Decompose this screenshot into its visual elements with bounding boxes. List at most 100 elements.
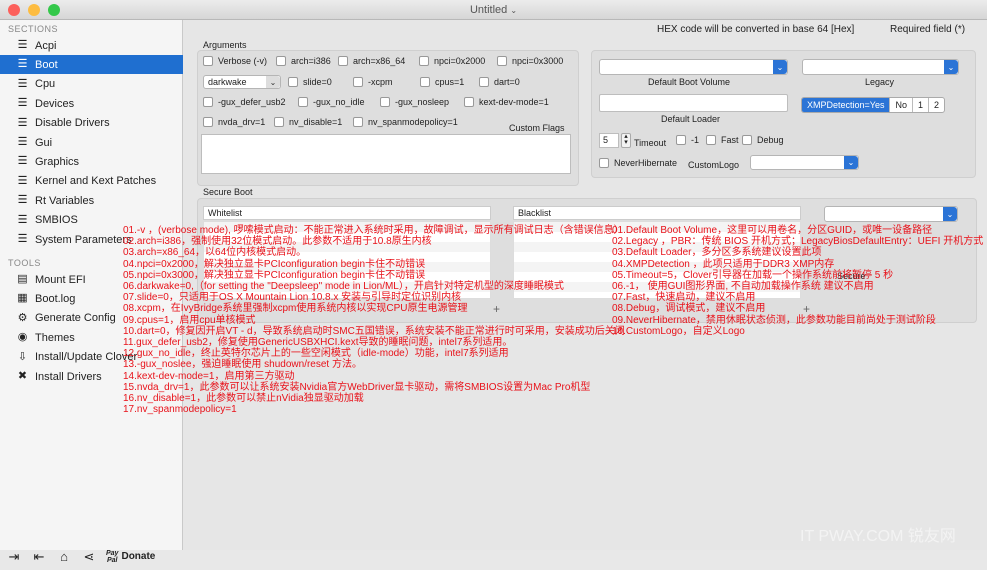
eye-icon: ◉	[17, 331, 28, 344]
fast-checkbox[interactable]: Fast	[706, 135, 739, 145]
nv-disable-checkbox[interactable]: nv_disable=1	[274, 117, 342, 127]
annotation-left-line: 15.nvda_drv=1，此参数可以让系统安装Nvidia官方WebDrive…	[123, 381, 591, 393]
sidebar-item-devices[interactable]: ☰ Devices	[0, 94, 183, 113]
arch-x86-64-checkbox[interactable]: arch=x86_64	[338, 56, 405, 66]
hex-note: HEX code will be converted in base 64 [H…	[657, 24, 855, 35]
home-icon[interactable]: ⌂	[56, 549, 72, 564]
dart-checkbox[interactable]: dart=0	[479, 77, 520, 87]
cpus-checkbox[interactable]: cpus=1	[420, 77, 464, 87]
secure-boot-title: Secure Boot	[203, 187, 253, 197]
list-icon: ☰	[17, 213, 28, 226]
annotation-right-line: 07.Fast，快速启动，建议不启用	[612, 292, 756, 304]
sidebar-item-graphics[interactable]: ☰ Graphics	[0, 152, 183, 171]
sidebar-item-label: Acpi	[35, 39, 57, 52]
xmp-detection-segmented[interactable]: XMPDetection=Yes No 1 2	[801, 97, 946, 113]
darkwake-select[interactable]: darkwake ⌄	[203, 75, 281, 89]
sidebar-item-label: Boot	[35, 58, 58, 71]
tool-item-label: Install Drivers	[35, 370, 102, 383]
donate-label: Donate	[121, 551, 156, 562]
annotation-left-line: 02.arch=i386，强制使用32位模式启动。此参数不适用于10.8原生内核	[123, 236, 432, 248]
annotation-left-line: 06.darkwake=0,（for setting the "Deepslee…	[123, 281, 564, 292]
xmp-2-option[interactable]: 2	[929, 98, 944, 112]
custom-flags-input[interactable]	[201, 134, 571, 174]
sections-header: SECTIONS	[8, 24, 59, 34]
list-icon: ☰	[17, 77, 28, 90]
bottom-toolbar: ⇥ ⇤ ⌂ ⋖ Pay Pal Donate	[0, 543, 183, 570]
custom-logo-label: CustomLogo	[688, 160, 740, 170]
sidebar-item-cpu[interactable]: ☰ Cpu	[0, 75, 183, 94]
sidebar-item-kernel-and-kext-patches[interactable]: ☰ Kernel and Kext Patches	[0, 172, 183, 191]
annotation-right-line: 01.Default Boot Volume，这里可以用卷名，分区GUID，或唯…	[612, 225, 933, 236]
sidebar-item-label: Graphics	[35, 155, 80, 168]
gux-defer-usb2-checkbox[interactable]: -gux_defer_usb2	[203, 97, 286, 107]
npci-2000-checkbox[interactable]: npci=0x2000	[419, 56, 485, 66]
sidebar-item-boot[interactable]: ☰ Boot	[0, 55, 183, 75]
xcpm-checkbox[interactable]: -xcpm	[353, 77, 393, 87]
annotation-left-line: 16.nv_disable=1，此参数可以禁止nVidia独显驱动加载	[123, 393, 364, 404]
annotation-right-line: 08.Debug，调试模式，建议不启用	[612, 303, 766, 315]
xmp-1-option[interactable]: 1	[913, 98, 929, 112]
annotation-right-line: 06.-1， 使用GUI图形界面, 不自动加载操作系统 建议不启用	[612, 281, 874, 292]
gux-nosleep-checkbox[interactable]: -gux_nosleep	[380, 97, 449, 107]
kext-dev-mode-checkbox[interactable]: kext-dev-mode=1	[464, 97, 549, 107]
minus-one-checkbox[interactable]: -1	[676, 135, 699, 145]
default-loader-input[interactable]	[599, 94, 788, 112]
whitelist-header: Whitelist	[203, 206, 491, 220]
annotation-right-line: 05.Timeout=5，Clover引导器在加载一个操作系统前将暂停 5 秒	[612, 269, 894, 281]
annotation-left-line: 07.slide=0，只适用于OS X Mountain Lion 10.8.x…	[123, 292, 462, 304]
sidebar-item-label: Kernel and Kext Patches	[35, 175, 157, 188]
annotation-left-line: 17.nv_spanmodepolicy=1	[123, 404, 237, 416]
annotation-left-line: 11.gux_defer_usb2，修复使用GenericUSBXHCI.kex…	[123, 337, 513, 348]
donate-button[interactable]: Pay Pal Donate	[106, 550, 155, 564]
list-icon: ☰	[17, 155, 28, 168]
tools-header: TOOLS	[8, 258, 41, 268]
sidebar-item-label: SMBIOS	[35, 214, 78, 227]
sidebar-item-rt-variables[interactable]: ☰ Rt Variables	[0, 191, 183, 210]
xmp-yes-option[interactable]: XMPDetection=Yes	[802, 98, 891, 112]
import-icon[interactable]: ⇥	[6, 549, 22, 565]
annotation-right-line: 03.Default Loader，多分区多系统建议设置此项	[612, 247, 822, 259]
npci-3000-checkbox[interactable]: npci=0x3000	[497, 56, 563, 66]
xmp-no-option[interactable]: No	[890, 98, 913, 112]
tool-item-label: Themes	[35, 331, 75, 344]
whitelist-add-button[interactable]: +	[493, 302, 500, 316]
default-boot-volume-select[interactable]: ⌄	[599, 59, 788, 75]
legacy-select[interactable]: ⌄	[802, 59, 959, 75]
sidebar-item-label: Gui	[35, 136, 53, 149]
list-icon: ☰	[17, 97, 28, 110]
tool-item-label: Install/Update Clover	[35, 351, 138, 364]
custom-logo-select[interactable]: ⌄	[750, 155, 859, 170]
never-hibernate-checkbox[interactable]: NeverHibernate	[599, 158, 677, 168]
gux-no-idle-checkbox[interactable]: -gux_no_idle	[298, 97, 365, 107]
arguments-title: Arguments	[203, 40, 247, 50]
legacy-label: Legacy	[865, 77, 895, 87]
list-icon: ☰	[17, 116, 28, 129]
list-icon: ☰	[17, 39, 28, 51]
sidebar-item-gui[interactable]: ☰ Gui	[0, 133, 183, 152]
secure-select[interactable]: ⌄	[824, 206, 958, 222]
timeout-input[interactable]: 5	[599, 133, 619, 148]
list-icon: ☰	[17, 233, 28, 245]
export-icon[interactable]: ⇤	[31, 549, 47, 565]
sidebar-item-acpi[interactable]: ☰ Acpi	[0, 36, 183, 55]
slide-checkbox[interactable]: slide=0	[288, 77, 332, 87]
annotation-right-line: 04.XMPDetection ，此项只适用于DDR3 XMP内存	[612, 258, 835, 270]
arch-i386-checkbox[interactable]: arch=i386	[276, 56, 331, 66]
watermark: IT PWAY.COM 锐友网	[800, 528, 956, 545]
required-note: Required field (*)	[890, 24, 966, 35]
nvda-drv-checkbox[interactable]: nvda_drv=1	[203, 117, 265, 127]
timeout-label: Timeout	[634, 138, 667, 148]
verbose-checkbox[interactable]: Verbose (-v)	[203, 56, 267, 66]
sidebar-item-disable-drivers[interactable]: ☰ Disable Drivers	[0, 114, 183, 133]
blacklist-header: Blacklist	[513, 206, 801, 220]
debug-checkbox[interactable]: Debug	[742, 135, 784, 145]
annotation-left-line: 03.arch=x86_64，以64位内核模式启动。	[123, 247, 307, 259]
share-icon[interactable]: ⋖	[81, 549, 97, 565]
sidebar-item-label: Disable Drivers	[35, 117, 110, 130]
sidebar-item-label: System Parameters	[35, 233, 132, 246]
nv-spanmodepolicy-checkbox[interactable]: nv_spanmodepolicy=1	[353, 117, 458, 127]
annotation-left-line: 05.npci=0x3000，解决独立显卡PCIconfiguration be…	[123, 269, 426, 281]
timeout-stepper[interactable]: ▴ ▾	[621, 133, 631, 148]
annotation-left-line: 01.-v ，(verbose mode), 啰嗦模式启动：不能正常进入系统时采…	[123, 225, 624, 236]
tool-item-label: Boot.log	[35, 292, 76, 305]
